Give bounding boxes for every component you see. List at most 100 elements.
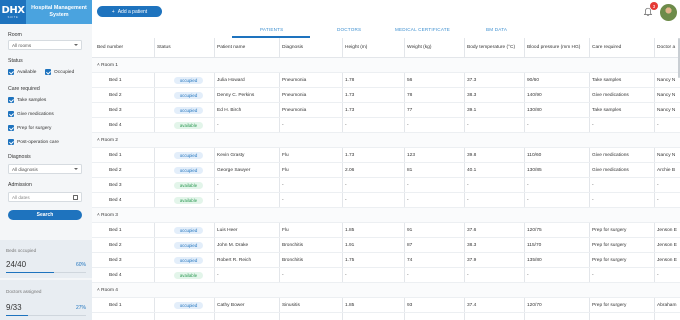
table-row[interactable]: Bed 1 occupied Kevin Grasty Flu 1.73 123 39.8 1… <box>92 148 680 163</box>
tab-patients[interactable]: PATIENTS <box>260 27 283 32</box>
care-give-medications-checkbox[interactable]: Give medications <box>8 111 54 117</box>
admission-date-input[interactable]: All dates <box>8 192 82 202</box>
tab-bm-data[interactable]: BM DATA <box>486 27 507 32</box>
tab-doctors[interactable]: DOCTORS <box>337 27 361 32</box>
table-row[interactable]: Bed 2 occupied Denny C. Perkins Pneumonia 1.… <box>92 88 680 103</box>
room-group-row[interactable]: ˄ Room 3 <box>92 208 680 223</box>
cell-blood-pressure: 120/75 <box>527 228 542 233</box>
cell-weight: - <box>407 273 409 278</box>
table-row[interactable]: Bed 2 occupied John M. Drake Bronchitis 1.91… <box>92 238 680 253</box>
cell-weight: - <box>407 123 409 128</box>
care-prep-surgery-checkbox[interactable]: Prep for surgery <box>8 125 51 131</box>
user-avatar[interactable] <box>659 3 678 22</box>
cell-bed-number: Bed 1 <box>109 303 122 308</box>
cell-body-temperature: 40.1 <box>467 168 477 173</box>
cell-blood-pressure: 90/60 <box>527 78 540 83</box>
cell-blood-pressure: 135/80 <box>527 258 542 263</box>
cell-height: 1.73 <box>345 93 355 98</box>
cell-doctor: - <box>657 273 659 278</box>
admission-label: Admission <box>8 182 32 188</box>
cell-bed-number: Bed 2 <box>109 168 122 173</box>
cell-patient-name: Ed H. Birch <box>217 108 242 113</box>
column-header-blood-pressure[interactable]: Blood pressure (mm HG) <box>527 45 580 50</box>
cell-blood-pressure: 140/90 <box>527 93 542 98</box>
cell-diagnosis: - <box>282 183 284 188</box>
search-button[interactable]: Search <box>8 210 82 220</box>
care-option-label: Prep for surgery <box>17 125 52 131</box>
cell-bed-number: Bed 4 <box>109 123 122 128</box>
add-patient-button[interactable]: + Add a patient <box>97 6 162 17</box>
table-row[interactable]: Bed 2 occupied George Sawyer Flu 2.06 81 40.1 1… <box>92 163 680 178</box>
column-header-body-temperature[interactable]: Body temperature (°C) <box>467 45 515 50</box>
table-row[interactable]: Bed 1 occupied Cathy Bower Sinusitis 1.85 93 3… <box>92 298 680 313</box>
room-group-row[interactable]: ˄ Room 4 <box>92 283 680 298</box>
cell-patient-name: Julia Howard <box>217 78 245 83</box>
column-header-care-required[interactable]: Care required <box>592 45 621 50</box>
room-select[interactable]: All rooms <box>8 40 82 50</box>
tab-medical-certificate[interactable]: MEDICAL CERTIFICATE <box>395 27 450 32</box>
table-row[interactable]: Bed 4 available - - - - - - - - <box>92 193 680 208</box>
cell-bed-number: Bed 1 <box>109 228 122 233</box>
table-row[interactable]: Bed 3 available - - - - - - - - <box>92 178 680 193</box>
beds-occupied-title: Beds occupied <box>6 248 37 253</box>
cell-bed-number: Bed 1 <box>109 153 122 158</box>
cell-doctor: - <box>657 123 659 128</box>
cell-diagnosis: Bronchitis <box>282 258 304 263</box>
cell-blood-pressure: 130/80 <box>527 108 542 113</box>
column-header-height[interactable]: Height (m) <box>345 45 367 50</box>
cell-blood-pressure: 120/70 <box>527 303 542 308</box>
cell-doctor: Nancy N <box>657 78 676 83</box>
table-row[interactable]: Bed 4 available - - - - - - - - <box>92 268 680 283</box>
cell-height: 2.06 <box>345 168 355 173</box>
column-header-patient-name[interactable]: Patient name <box>217 45 245 50</box>
table-row[interactable]: Bed 3 occupied Robert R. Reich Bronchitis 1.… <box>92 253 680 268</box>
status-available-checkbox[interactable]: Available <box>8 69 36 75</box>
room-name: Room 4 <box>101 288 118 293</box>
checkbox-checked-icon <box>45 69 51 75</box>
cell-weight: 74 <box>407 258 413 263</box>
cell-patient-name: - <box>217 183 219 188</box>
column-header-doctor[interactable]: Doctor a <box>657 45 675 50</box>
cell-doctor: Jenson E <box>657 228 678 233</box>
cell-height: 1.91 <box>345 243 355 248</box>
cell-doctor: Jenson E <box>657 258 678 263</box>
care-option-label: Give medications <box>17 111 54 117</box>
cell-body-temperature: 39.8 <box>467 153 477 158</box>
diagnosis-select[interactable]: All diagnosis <box>8 164 82 174</box>
care-take-samples-checkbox[interactable]: Take samples <box>8 97 46 103</box>
cell-height: 1.85 <box>345 303 355 308</box>
cell-care-required: Take samples <box>592 78 622 83</box>
cell-weight: 87 <box>407 243 413 248</box>
cell-height: - <box>345 183 347 188</box>
column-header-bed-number[interactable]: Bed number <box>97 45 123 50</box>
cell-diagnosis: Pneumonia <box>282 93 307 98</box>
top-bar: DHX SUITE Hospital Management System + A… <box>0 0 680 24</box>
cell-weight: 77 <box>407 108 413 113</box>
doctors-assigned-value: 9/33 <box>6 303 22 312</box>
cell-weight: 78 <box>407 93 413 98</box>
column-header-weight[interactable]: Weight (kg) <box>407 45 431 50</box>
table-row[interactable]: Bed 1 occupied Luis Heer Flu 1.85 91 37.6 120/7… <box>92 223 680 238</box>
table-row[interactable]: Bed 1 occupied Julia Howard Pneumonia 1.78 56… <box>92 73 680 88</box>
cell-care-required: - <box>592 273 594 278</box>
doctors-assigned-percent: 27% <box>75 305 86 311</box>
status-badge: occupied <box>174 256 203 264</box>
room-group-row[interactable]: ˄ Room 1 <box>92 58 680 73</box>
table-row[interactable]: Bed 3 occupied Ed H. Birch Pneumonia 1.73 77 3… <box>92 103 680 118</box>
cell-height: 1.75 <box>345 258 355 263</box>
status-occupied-checkbox[interactable]: Occupied <box>45 69 74 75</box>
cell-body-temperature: 37.3 <box>467 78 477 83</box>
status-label: Status <box>8 58 23 64</box>
beds-occupied-card: Beds occupied 24/40 60% <box>0 240 92 278</box>
cell-patient-name: Robert R. Reich <box>217 258 252 263</box>
cell-blood-pressure: - <box>527 123 529 128</box>
table-row[interactable]: Bed 4 available - - - - - - - - <box>92 118 680 133</box>
checkbox-checked-icon <box>8 125 14 131</box>
column-header-status[interactable]: Status <box>157 45 171 50</box>
care-post-operation-checkbox[interactable]: Post-operation care <box>8 139 59 145</box>
column-header-diagnosis[interactable]: Diagnosis <box>282 45 303 50</box>
cell-doctor: Nancy N <box>657 108 676 113</box>
doctors-assigned-title: Doctors assigned <box>6 289 42 294</box>
room-group-row[interactable]: ˄ Room 2 <box>92 133 680 148</box>
cell-height: - <box>345 123 347 128</box>
